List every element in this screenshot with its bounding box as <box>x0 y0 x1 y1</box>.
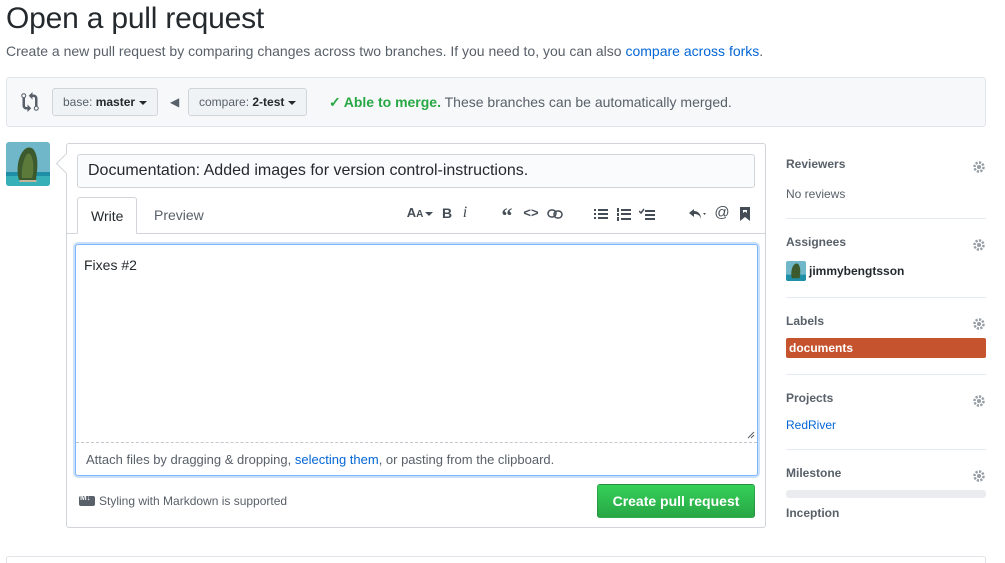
compare-branch-name: 2-test <box>252 95 285 109</box>
task-list-icon[interactable] <box>637 202 657 224</box>
reply-icon[interactable] <box>685 202 711 224</box>
chevron-down-icon <box>425 211 434 216</box>
resize-handle-icon[interactable] <box>747 431 755 439</box>
pull-request-form: Documentation: Added images for version … <box>66 143 766 528</box>
gear-icon[interactable] <box>972 160 986 174</box>
base-branch-select[interactable]: base: master <box>52 88 159 116</box>
merge-status-label: Able to merge. <box>343 94 441 110</box>
tab-write[interactable]: Write <box>77 197 138 234</box>
italic-icon[interactable]: i <box>455 202 475 224</box>
pr-body-editor: Fixes #2 Attach files by dragging & drop… <box>75 244 758 476</box>
projects-heading: Projects <box>786 391 834 405</box>
avatar-image <box>6 142 50 186</box>
text-size-icon[interactable]: AA <box>405 202 435 224</box>
page-subtitle: Create a new pull request by comparing c… <box>6 43 763 59</box>
chevron-down-icon <box>288 100 297 105</box>
milestone-heading: Milestone <box>786 466 842 480</box>
markdown-note-text: Styling with Markdown is supported <box>99 494 288 508</box>
subtitle-text: Create a new pull request by comparing c… <box>6 43 626 59</box>
tab-preview[interactable]: Preview <box>141 197 217 234</box>
label-documents[interactable]: documents <box>786 338 986 358</box>
select-files-link[interactable]: selecting them <box>295 452 379 467</box>
git-compare-icon <box>21 92 39 112</box>
check-icon: ✓ <box>329 94 341 110</box>
gear-icon[interactable] <box>972 469 986 483</box>
commits-panel-edge <box>6 556 986 563</box>
reviewers-value: No reviews <box>786 187 846 201</box>
assignees-section: Assignees jimmybengtsson <box>786 235 986 298</box>
bookmark-icon[interactable] <box>735 202 755 224</box>
labels-heading: Labels <box>786 314 825 328</box>
gear-icon[interactable] <box>972 394 986 408</box>
base-prefix: base: <box>63 95 96 109</box>
assignees-heading: Assignees <box>786 235 847 249</box>
create-pull-request-button[interactable]: Create pull request <box>597 484 755 518</box>
avatar <box>786 261 806 281</box>
gear-icon[interactable] <box>972 317 986 331</box>
quote-icon[interactable]: “ <box>497 202 517 228</box>
compare-across-forks-link[interactable]: compare across forks <box>625 43 759 59</box>
bold-icon[interactable]: B <box>437 202 457 224</box>
arrow-left-icon: ◀ <box>170 95 180 109</box>
numbered-list-icon[interactable] <box>614 202 634 224</box>
reviewers-heading: Reviewers <box>786 157 846 171</box>
link-icon[interactable] <box>545 202 565 224</box>
page-title: Open a pull request <box>6 2 265 35</box>
branch-range-bar: base: master ◀ compare: 2-test ✓ Able to … <box>6 77 986 127</box>
compare-prefix: compare: <box>199 95 253 109</box>
attach-files-hint: Attach files by dragging & dropping, sel… <box>86 452 554 467</box>
milestone-progress-bar <box>786 490 986 498</box>
assignee-entry[interactable]: jimmybengtsson <box>786 261 904 281</box>
pr-body-textarea[interactable]: Fixes #2 <box>76 245 757 443</box>
attach-prefix: Attach files by dragging & dropping, <box>86 452 295 467</box>
attach-suffix: , or pasting from the clipboard. <box>378 452 555 467</box>
merge-status-detail: These branches can be automatically merg… <box>440 94 732 110</box>
chevron-down-icon <box>139 100 148 105</box>
base-branch-name: master <box>95 95 136 109</box>
bulleted-list-icon[interactable] <box>591 202 611 224</box>
pr-title-input[interactable]: Documentation: Added images for version … <box>77 154 755 188</box>
subtitle-suffix: . <box>759 43 764 59</box>
gear-icon[interactable] <box>972 238 986 252</box>
assignee-username: jimmybengtsson <box>809 264 905 278</box>
milestone-name[interactable]: Inception <box>786 506 839 520</box>
compare-branch-select[interactable]: compare: 2-test <box>188 88 308 116</box>
code-icon[interactable]: <> <box>521 202 541 224</box>
markdown-supported-note[interactable]: Styling with Markdown is supported <box>79 493 288 508</box>
milestone-section: Milestone Inception <box>786 466 986 526</box>
reviewers-section: Reviewers No reviews <box>786 157 986 219</box>
avatar[interactable] <box>6 142 50 186</box>
markdown-icon <box>79 493 95 506</box>
labels-section: Labels documents <box>786 314 986 375</box>
merge-status: ✓ Able to merge. These branches can be au… <box>329 94 732 111</box>
mention-icon[interactable]: @ <box>712 202 732 224</box>
project-link[interactable]: RedRiver <box>786 418 836 432</box>
projects-section: Projects RedRiver <box>786 391 986 450</box>
